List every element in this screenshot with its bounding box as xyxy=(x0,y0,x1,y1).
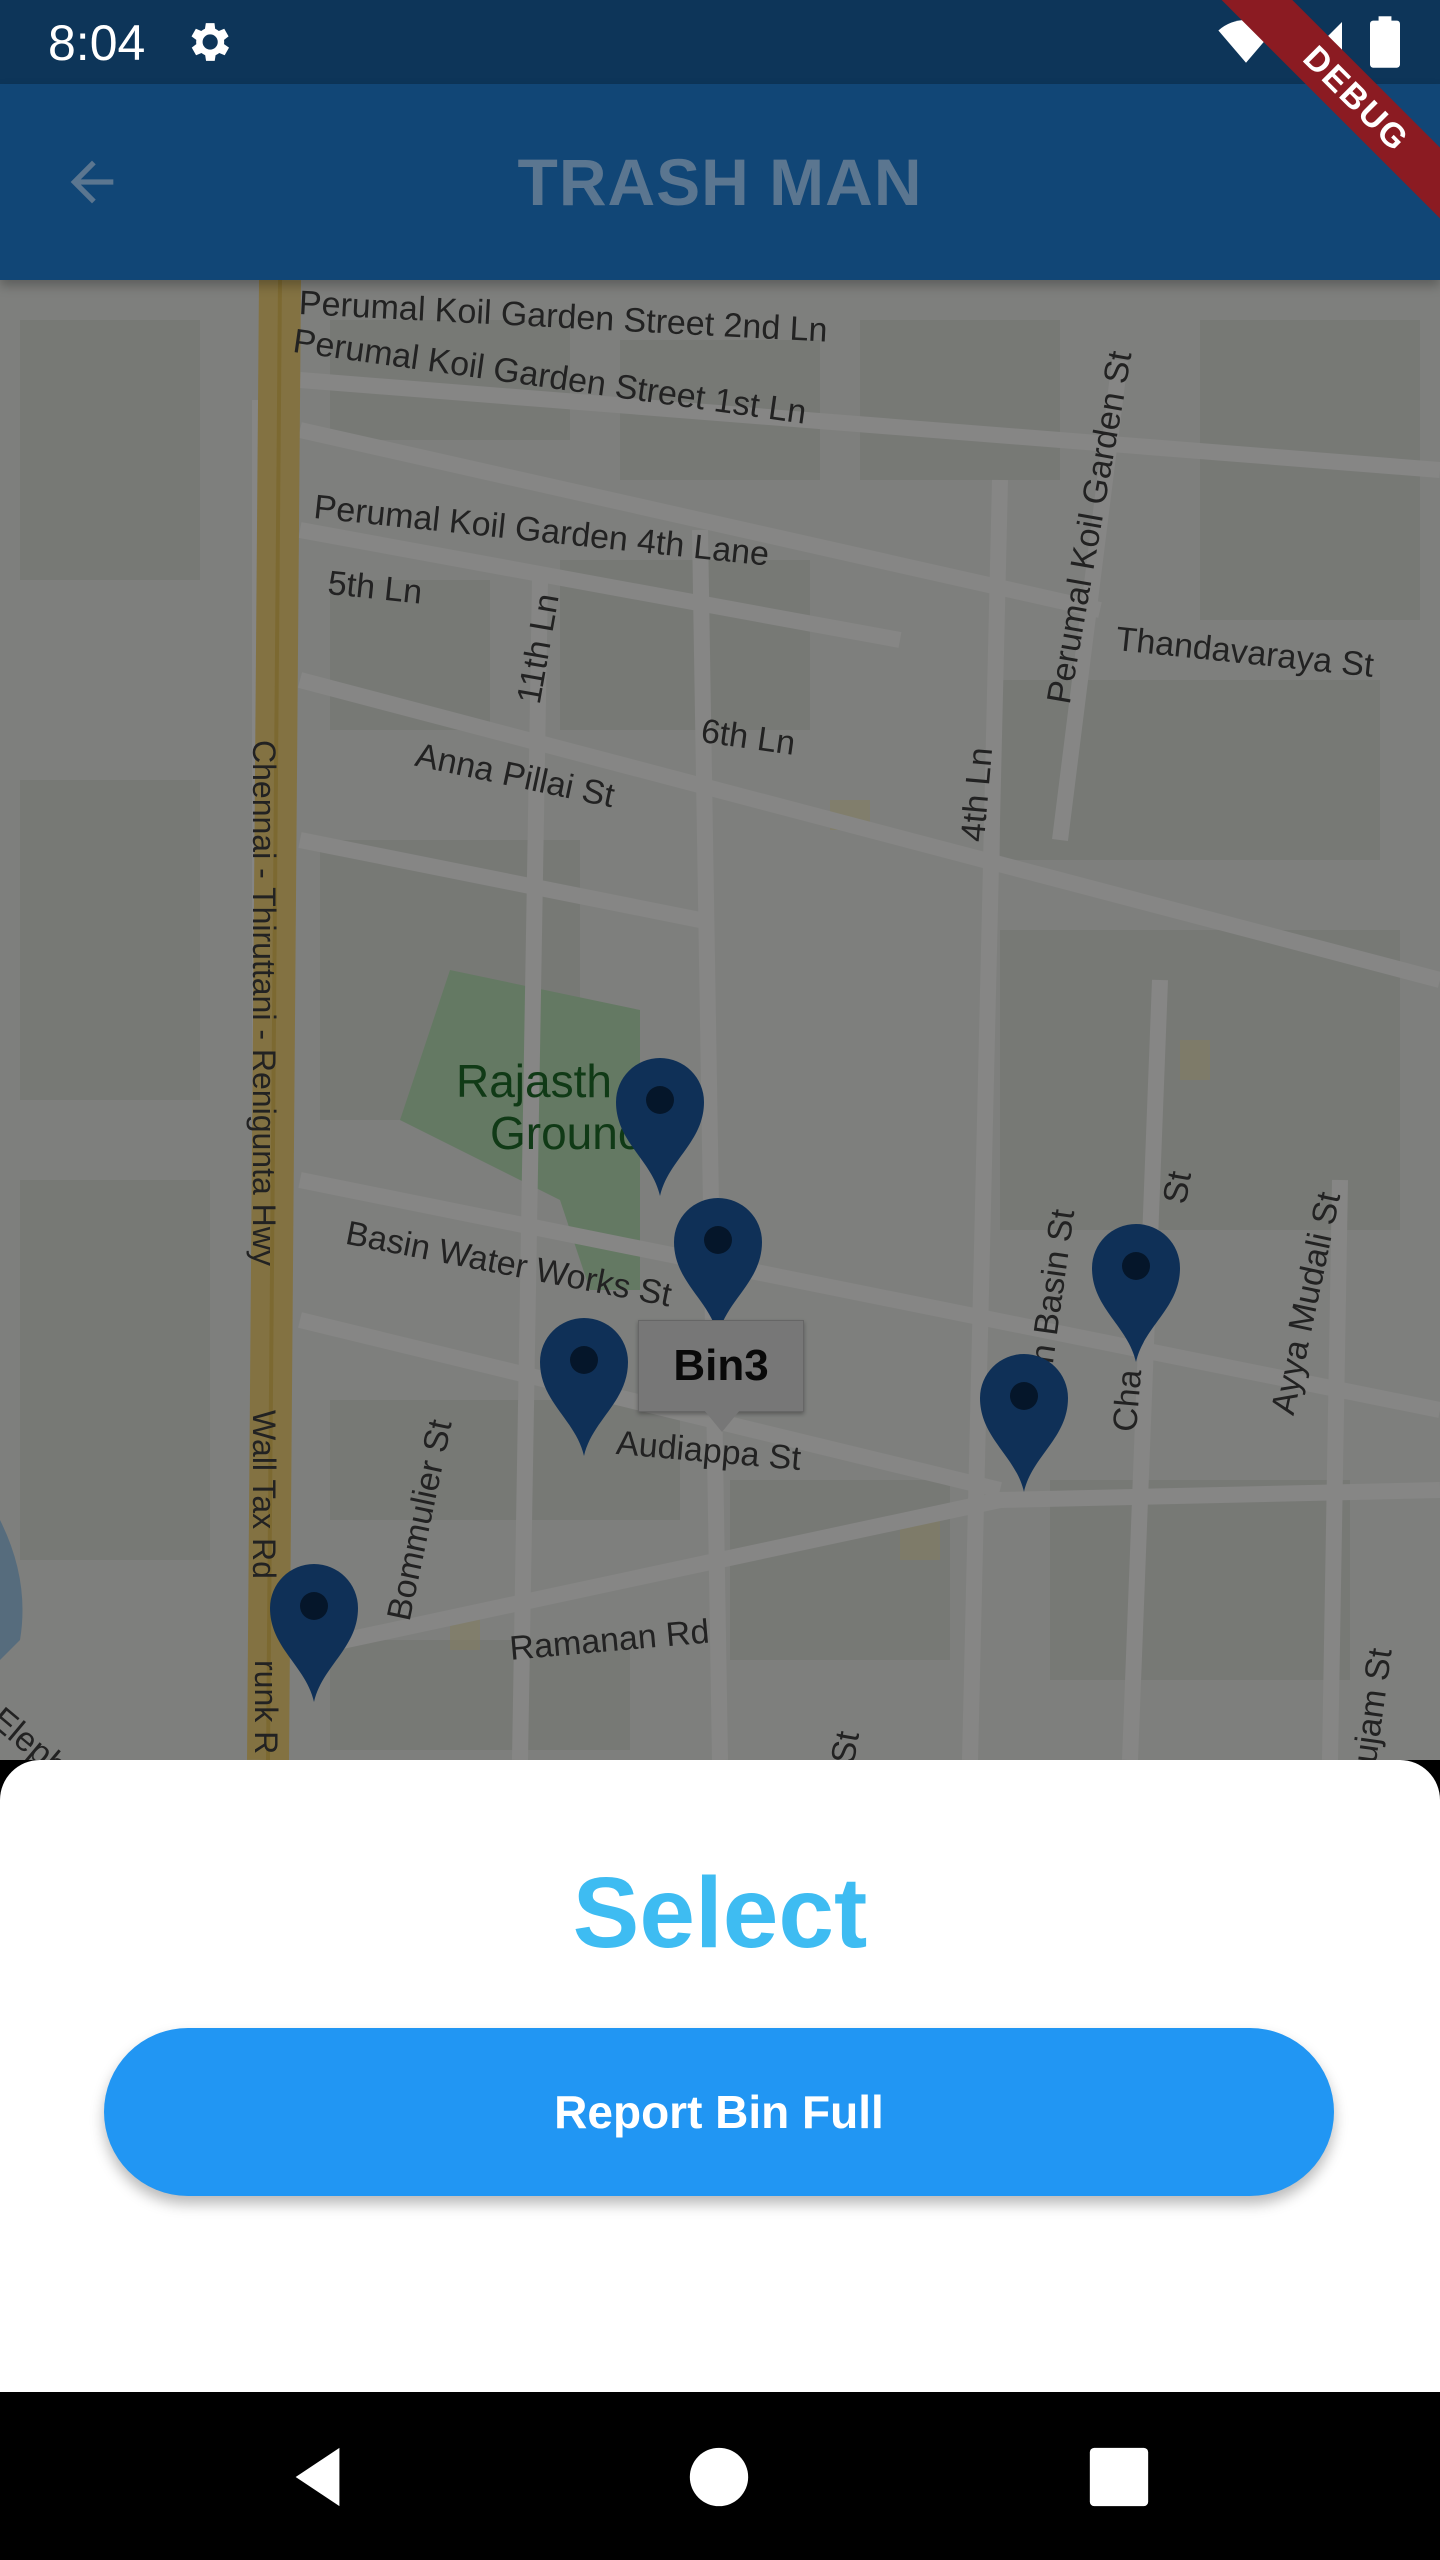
marker-info-window[interactable]: Bin3 xyxy=(638,1320,804,1412)
bottom-sheet: Select Report Bin Full xyxy=(0,1760,1440,2392)
street-label: St xyxy=(824,1728,868,1760)
map-marker-icon[interactable] xyxy=(976,1346,1072,1496)
street-label: 4th Ln xyxy=(954,745,1001,844)
gear-icon xyxy=(191,23,230,61)
recents-nav-icon[interactable] xyxy=(1084,2442,1154,2512)
system-nav-bar xyxy=(0,2392,1440,2560)
debug-label: DEBUG xyxy=(1211,0,1440,244)
street-label: St xyxy=(1156,1168,1200,1207)
map-marker-icon[interactable] xyxy=(266,1556,362,1706)
map-tiles xyxy=(0,280,1440,1760)
back-nav-icon[interactable] xyxy=(284,2442,354,2512)
street-label: Chennai - Thiruttani - Renigunta Hwy xyxy=(246,740,282,1266)
map-view[interactable]: Perumal Koil Garden Street 2nd Ln Peruma… xyxy=(0,280,1440,1760)
status-time: 8:04 xyxy=(48,15,146,71)
debug-banner: DEBUG xyxy=(1180,0,1440,260)
map-marker-icon[interactable] xyxy=(1088,1216,1184,1366)
sheet-title: Select xyxy=(572,1857,868,1969)
map-marker-icon[interactable] xyxy=(670,1190,766,1340)
park-label: Rajasth xyxy=(456,1055,612,1107)
map-marker-icon[interactable] xyxy=(612,1050,708,1200)
map-marker-icon[interactable] xyxy=(536,1310,632,1460)
report-bin-full-button[interactable]: Report Bin Full xyxy=(104,2028,1334,2196)
home-nav-icon[interactable] xyxy=(684,2442,754,2512)
street-label: Cha xyxy=(1106,1367,1150,1434)
street-label: Wall Tax Rd xyxy=(246,1410,282,1579)
info-window-tail xyxy=(704,1410,740,1432)
